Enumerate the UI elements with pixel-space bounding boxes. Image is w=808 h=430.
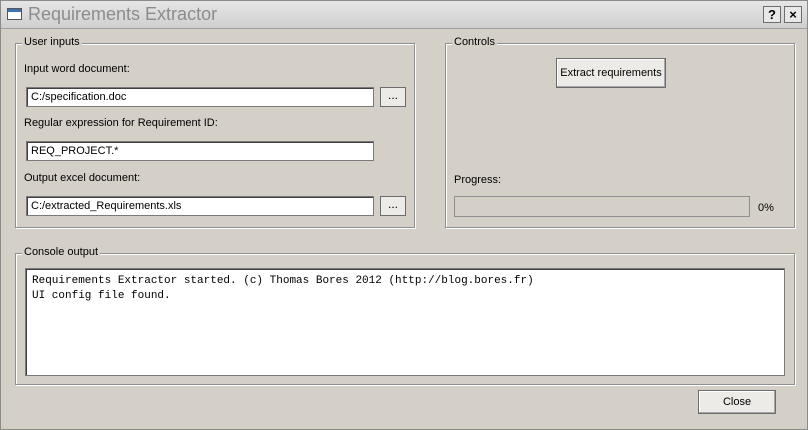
- input-doc-field[interactable]: C:/specification.doc: [26, 87, 374, 107]
- regex-label: Regular expression for Requirement ID:: [24, 117, 218, 129]
- console-output-text[interactable]: Requirements Extractor started. (c) Thom…: [25, 268, 785, 376]
- close-button[interactable]: Close: [698, 390, 776, 414]
- title-bar[interactable]: Requirements Extractor ? ×: [1, 1, 807, 29]
- controls-group: Controls Extract requirements Progress: …: [445, 36, 795, 228]
- output-doc-label: Output excel document:: [24, 172, 141, 184]
- console-line: UI config file found.: [32, 290, 171, 302]
- console-output-group: Console output Requirements Extractor st…: [15, 246, 795, 385]
- main-window: Requirements Extractor ? × User inputs I…: [0, 0, 808, 430]
- output-doc-field[interactable]: C:/extracted_Requirements.xls: [26, 196, 374, 216]
- progress-percent: 0%: [758, 202, 774, 214]
- input-doc-label: Input word document:: [24, 63, 130, 75]
- help-button[interactable]: ?: [763, 6, 781, 23]
- input-doc-browse-button[interactable]: ...: [380, 87, 406, 107]
- window-icon: [7, 8, 22, 20]
- window-title: Requirements Extractor: [28, 4, 218, 24]
- window-close-button[interactable]: ×: [784, 6, 802, 23]
- user-inputs-group-label: User inputs: [22, 36, 82, 48]
- progress-bar: [454, 196, 750, 217]
- extract-requirements-button[interactable]: Extract requirements: [556, 58, 666, 88]
- user-inputs-group: User inputs Input word document: C:/spec…: [15, 36, 415, 228]
- regex-field[interactable]: REQ_PROJECT.*: [26, 141, 374, 161]
- console-line: Requirements Extractor started. (c) Thom…: [32, 275, 534, 287]
- output-doc-browse-button[interactable]: ...: [380, 196, 406, 216]
- progress-label: Progress:: [454, 174, 502, 186]
- console-output-group-label: Console output: [22, 246, 100, 258]
- controls-group-label: Controls: [452, 36, 497, 48]
